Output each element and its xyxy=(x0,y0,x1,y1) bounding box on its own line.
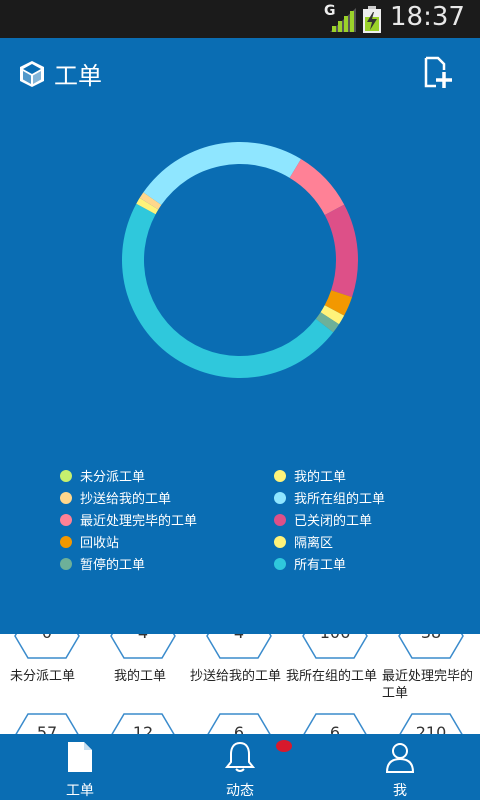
stat-label: 未分派工单 xyxy=(10,669,76,684)
legend-dot xyxy=(274,469,286,482)
stat-hexagon-row2: 6 xyxy=(206,713,272,734)
stat-count: 210 xyxy=(415,723,447,734)
legend-item: 已关闭的工单 xyxy=(274,510,372,529)
stat-count: 6 xyxy=(233,723,245,734)
add-document-icon[interactable] xyxy=(420,56,454,90)
stat-hexagon-row2: 210 xyxy=(398,713,464,734)
tab-bar: 工单 动态 我 xyxy=(0,734,480,800)
legend-label: 已关闭的工单 xyxy=(294,514,373,529)
stat-tile[interactable]: 38 最近处理完毕的工单 210 xyxy=(382,634,480,734)
legend-item: 所有工单 xyxy=(274,554,346,573)
stat-hexagon: 0 xyxy=(14,634,80,659)
signal-icon xyxy=(330,8,356,32)
stat-hexagon-row2: 57 xyxy=(14,713,80,734)
stat-count: 4 xyxy=(206,634,272,642)
stat-hexagon: 38 xyxy=(398,634,464,659)
legend-label: 抄送给我的工单 xyxy=(80,492,172,507)
legend-label: 回收站 xyxy=(80,536,120,551)
tab-workorder[interactable]: 工单 xyxy=(0,734,160,800)
status-bar: G 18:37 xyxy=(0,0,480,38)
legend-item: 抄送给我的工单 xyxy=(60,488,171,507)
legend-item: 我所在组的工单 xyxy=(274,488,385,507)
donut-slice-4 xyxy=(289,159,345,215)
legend-item: 最近处理完毕的工单 xyxy=(60,510,197,529)
legend-label: 隔离区 xyxy=(294,536,334,551)
legend-item: 未分派工单 xyxy=(60,466,145,485)
legend-dot xyxy=(60,535,72,548)
legend-label: 所有工单 xyxy=(294,558,347,573)
legend-dot xyxy=(274,535,286,548)
stat-count: 6 xyxy=(329,723,341,734)
stat-count: 106 xyxy=(302,634,368,642)
stats-panel: 0 未分派工单 57 4 我的工单 12 4 抄送给我的工单 6 106 我所在组的工单 6 38 最近处… xyxy=(0,634,480,734)
stat-hexagon: 4 xyxy=(206,634,272,659)
stat-label: 最近处理完毕的工单 xyxy=(382,669,474,701)
document-icon xyxy=(68,742,92,772)
legend-item: 隔离区 xyxy=(274,532,333,551)
stat-tile[interactable]: 4 我的工单 12 xyxy=(96,634,192,734)
legend-dot xyxy=(60,469,72,482)
tab-label: 我 xyxy=(393,783,407,799)
stat-count: 4 xyxy=(110,634,176,642)
app-bar: 工单 xyxy=(0,38,480,110)
stat-hexagon: 106 xyxy=(302,634,368,659)
tab-label: 动态 xyxy=(226,783,254,799)
legend-dot xyxy=(60,557,72,570)
clock: 18:37 xyxy=(390,2,465,32)
stat-tile[interactable]: 4 抄送给我的工单 6 xyxy=(190,634,288,734)
legend-dot xyxy=(60,513,72,526)
page-title: 工单 xyxy=(54,62,102,90)
legend-label: 我所在组的工单 xyxy=(294,492,386,507)
stat-hexagon-row2: 12 xyxy=(110,713,176,734)
battery-charging-icon xyxy=(363,6,381,33)
user-icon xyxy=(385,743,415,773)
legend-dot xyxy=(274,513,286,526)
legend-item: 我的工单 xyxy=(274,466,346,485)
legend-item: 回收站 xyxy=(60,532,119,551)
stat-hexagon: 4 xyxy=(110,634,176,659)
legend-item: 暂停的工单 xyxy=(60,554,145,573)
stat-tile[interactable]: 106 我所在组的工单 6 xyxy=(286,634,384,734)
stat-label: 抄送给我的工单 xyxy=(190,669,282,684)
legend-label: 最近处理完毕的工单 xyxy=(80,514,198,529)
bell-icon xyxy=(224,741,256,772)
tab-me[interactable]: 我 xyxy=(320,734,480,800)
legend-label: 未分派工单 xyxy=(80,470,146,485)
stat-count: 0 xyxy=(14,634,80,642)
notification-badge xyxy=(276,740,292,752)
legend-label: 暂停的工单 xyxy=(80,558,146,573)
stat-label: 我的工单 xyxy=(114,669,167,684)
donut-slice-5 xyxy=(324,204,358,298)
stat-label: 我所在组的工单 xyxy=(286,669,378,684)
donut-slice-3 xyxy=(143,141,302,205)
stat-hexagon-row2: 6 xyxy=(302,713,368,734)
legend-label: 我的工单 xyxy=(294,470,347,485)
cube-logo-icon xyxy=(20,61,44,87)
chart-area xyxy=(0,110,480,440)
tab-activity[interactable]: 动态 xyxy=(160,734,320,800)
legend-dot xyxy=(60,491,72,504)
stat-count: 38 xyxy=(398,634,464,642)
stat-count: 12 xyxy=(132,723,154,734)
stat-tile[interactable]: 0 未分派工单 57 xyxy=(0,634,96,734)
donut-slice-9 xyxy=(122,203,334,378)
legend-dot xyxy=(274,557,286,570)
stat-count: 57 xyxy=(36,723,58,734)
donut-chart xyxy=(122,141,358,378)
tab-label: 工单 xyxy=(66,783,94,799)
legend-dot xyxy=(274,491,286,504)
